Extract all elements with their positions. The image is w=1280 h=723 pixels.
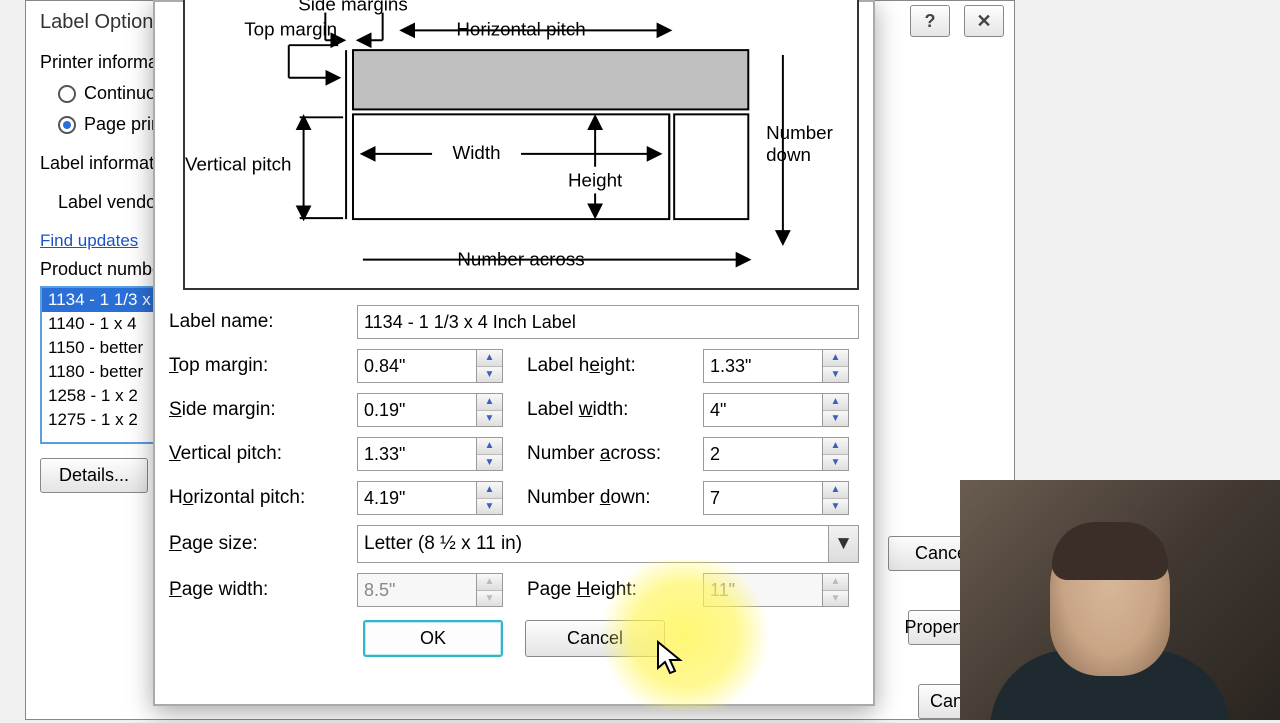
spinner-down-icon[interactable]: ▼: [477, 455, 502, 471]
horizontal-pitch-input[interactable]: 4.19" ▲▼: [357, 481, 503, 515]
spinner-up-icon[interactable]: ▲: [823, 438, 848, 455]
label-details-form: Label name: 1134 - 1 1/3 x 4 Inch Label …: [155, 290, 873, 657]
page-width-input: 8.5" ▲▼: [357, 573, 503, 607]
close-icon: ✕: [976, 11, 991, 32]
label-name-input[interactable]: 1134 - 1 1/3 x 4 Inch Label: [357, 305, 859, 339]
number-across-label: Number across:: [527, 443, 703, 465]
ok-button[interactable]: OK: [363, 620, 503, 657]
spinner-up-icon[interactable]: ▲: [477, 394, 502, 411]
spinner-up-icon[interactable]: ▲: [823, 394, 848, 411]
vertical-pitch-input[interactable]: 1.33" ▲▼: [357, 437, 503, 471]
page-width-label: Page width:: [169, 579, 357, 601]
spinner-up-icon[interactable]: ▲: [823, 350, 848, 367]
spinner-up-icon[interactable]: ▲: [477, 482, 502, 499]
label-width-input[interactable]: 4" ▲▼: [703, 393, 849, 427]
spinner-down-icon[interactable]: ▼: [477, 499, 502, 515]
spinner-down-icon[interactable]: ▼: [477, 367, 502, 383]
label-height-label: Label height:: [527, 355, 703, 377]
help-icon: ?: [925, 11, 936, 32]
label-width-label: Label width:: [527, 399, 703, 421]
close-button[interactable]: ✕: [964, 5, 1004, 37]
horizontal-pitch-label: Horizontal pitch:: [169, 487, 357, 509]
page-size-label: Page size:: [169, 533, 357, 555]
svg-text:Horizontal pitch: Horizontal pitch: [456, 18, 585, 39]
svg-text:Numberdown: Numberdown: [766, 122, 833, 165]
top-margin-label: Top margin:: [169, 355, 357, 377]
svg-text:Height: Height: [568, 169, 623, 190]
top-margin-input[interactable]: 0.84" ▲▼: [357, 349, 503, 383]
spinner-up-icon: ▲: [823, 574, 848, 591]
label-details-dialog: Side margins Top margin Horizontal pitch…: [153, 0, 875, 706]
webcam-overlay: [960, 480, 1280, 720]
spinner-up-icon[interactable]: ▲: [477, 350, 502, 367]
side-margin-input[interactable]: 0.19" ▲▼: [357, 393, 503, 427]
spinner-up-icon[interactable]: ▲: [477, 438, 502, 455]
page-size-select[interactable]: Letter (8 ½ x 11 in) ▼: [357, 525, 859, 563]
spinner-down-icon[interactable]: ▼: [823, 455, 848, 471]
number-across-input[interactable]: 2 ▲▼: [703, 437, 849, 471]
spinner-down-icon: ▼: [823, 591, 848, 607]
details-button[interactable]: Details...: [40, 458, 148, 493]
cancel-button[interactable]: Cancel: [525, 620, 665, 657]
help-button[interactable]: ?: [910, 5, 950, 37]
side-margin-label: Side margin:: [169, 399, 357, 421]
svg-text:Top margin: Top margin: [244, 18, 337, 39]
spinner-down-icon[interactable]: ▼: [823, 367, 848, 383]
page-height-input: 11" ▲▼: [703, 573, 849, 607]
number-down-label: Number down:: [527, 487, 703, 509]
find-updates-link[interactable]: Find updates: [40, 231, 138, 251]
spinner-down-icon[interactable]: ▼: [823, 499, 848, 515]
radio-continuous[interactable]: [58, 85, 76, 103]
vertical-pitch-label: Vertical pitch:: [169, 443, 357, 465]
chevron-down-icon[interactable]: ▼: [828, 526, 858, 562]
spinner-down-icon[interactable]: ▼: [823, 411, 848, 427]
spinner-up-icon: ▲: [477, 574, 502, 591]
svg-text:Width: Width: [453, 142, 501, 163]
label-diagram: Side margins Top margin Horizontal pitch…: [183, 0, 859, 290]
spinner-down-icon: ▼: [477, 591, 502, 607]
label-height-input[interactable]: 1.33" ▲▼: [703, 349, 849, 383]
svg-text:Side margins: Side margins: [298, 0, 408, 15]
spinner-up-icon[interactable]: ▲: [823, 482, 848, 499]
radio-page[interactable]: [58, 116, 76, 134]
svg-text:Vertical pitch: Vertical pitch: [185, 154, 291, 175]
page-height-label: Page Height:: [527, 579, 703, 601]
number-down-input[interactable]: 7 ▲▼: [703, 481, 849, 515]
spinner-down-icon[interactable]: ▼: [477, 411, 502, 427]
label-name-label: Label name:: [169, 311, 357, 333]
